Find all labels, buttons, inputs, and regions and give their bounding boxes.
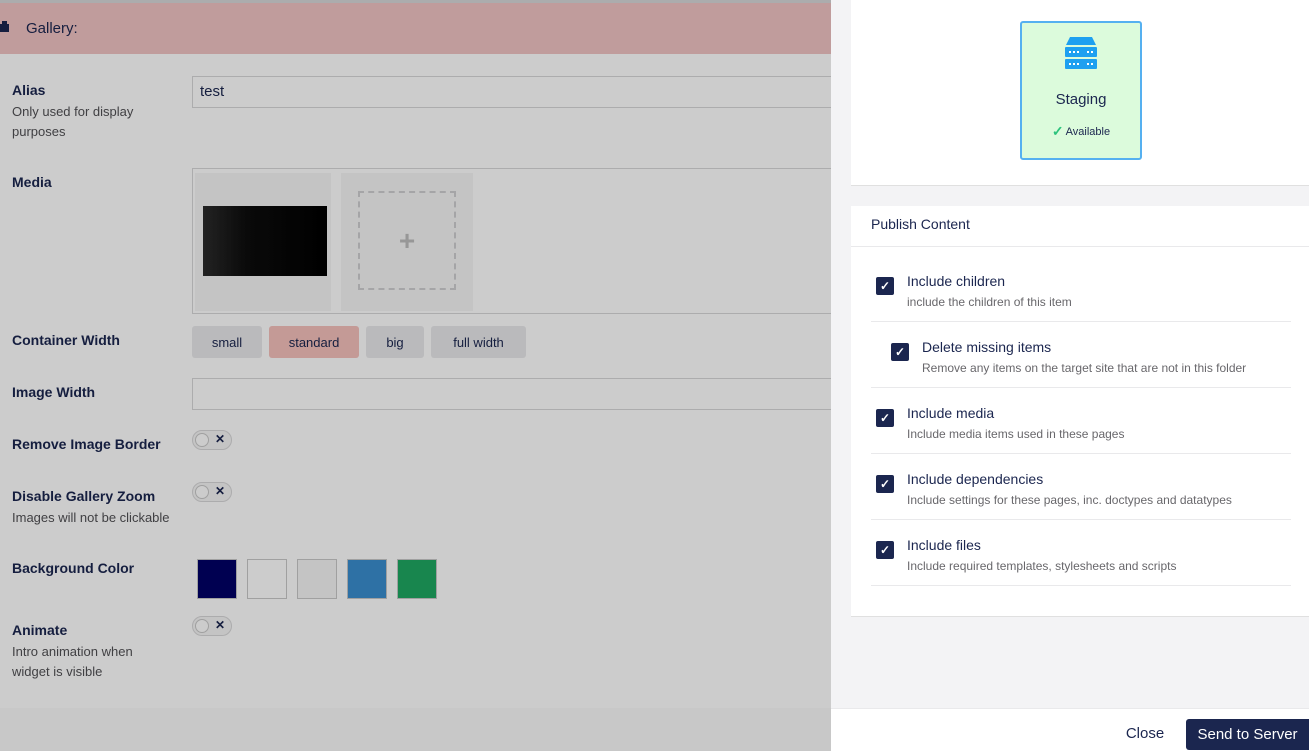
option-description: Include required templates, stylesheets … <box>907 559 1177 573</box>
option-include-files: ✓ Include files Include required templat… <box>871 520 1291 586</box>
option-name: Delete missing items <box>922 339 1052 355</box>
option-name: Include media <box>907 405 995 421</box>
option-include-children: ✓ Include children include the children … <box>871 256 1291 322</box>
publish-panel: Staging ✓ Available Publish Content ✓ In… <box>831 0 1309 751</box>
include-files-checkbox[interactable]: ✓ <box>876 541 894 559</box>
option-name: Include files <box>907 537 981 553</box>
option-include-media: ✓ Include media Include media items used… <box>871 388 1291 454</box>
option-delete-missing-items: ✓ Delete missing items Remove any items … <box>871 322 1291 388</box>
option-name: Include children <box>907 273 1006 289</box>
option-description: Remove any items on the target site that… <box>922 361 1247 375</box>
server-status: ✓ Available <box>1022 123 1140 140</box>
option-description: include the children of this item <box>907 295 1072 309</box>
server-selection-card: Staging ✓ Available <box>851 0 1309 186</box>
server-status-text: Available <box>1065 125 1111 138</box>
delete-missing-items-checkbox[interactable]: ✓ <box>891 343 909 361</box>
send-to-server-button[interactable]: Send to Server <box>1186 719 1309 750</box>
server-icon <box>1065 37 1097 69</box>
server-name: Staging <box>1055 91 1107 108</box>
option-include-dependencies: ✓ Include dependencies Include settings … <box>871 454 1291 520</box>
panel-footer: Close Send to Server <box>831 708 1309 751</box>
option-description: Include settings for these pages, inc. d… <box>907 493 1232 507</box>
divider <box>851 246 1309 247</box>
publish-content-title: Publish Content <box>871 216 970 232</box>
publish-content-card: Publish Content ✓ Include children inclu… <box>851 206 1309 617</box>
close-button[interactable]: Close <box>1115 720 1175 746</box>
server-tile-staging[interactable]: Staging ✓ Available <box>1020 21 1142 160</box>
option-name: Include dependencies <box>907 471 1044 487</box>
include-dependencies-checkbox[interactable]: ✓ <box>876 475 894 493</box>
option-description: Include media items used in these pages <box>907 427 1125 441</box>
include-children-checkbox[interactable]: ✓ <box>876 277 894 295</box>
check-icon: ✓ <box>1051 123 1064 139</box>
include-media-checkbox[interactable]: ✓ <box>876 409 894 427</box>
